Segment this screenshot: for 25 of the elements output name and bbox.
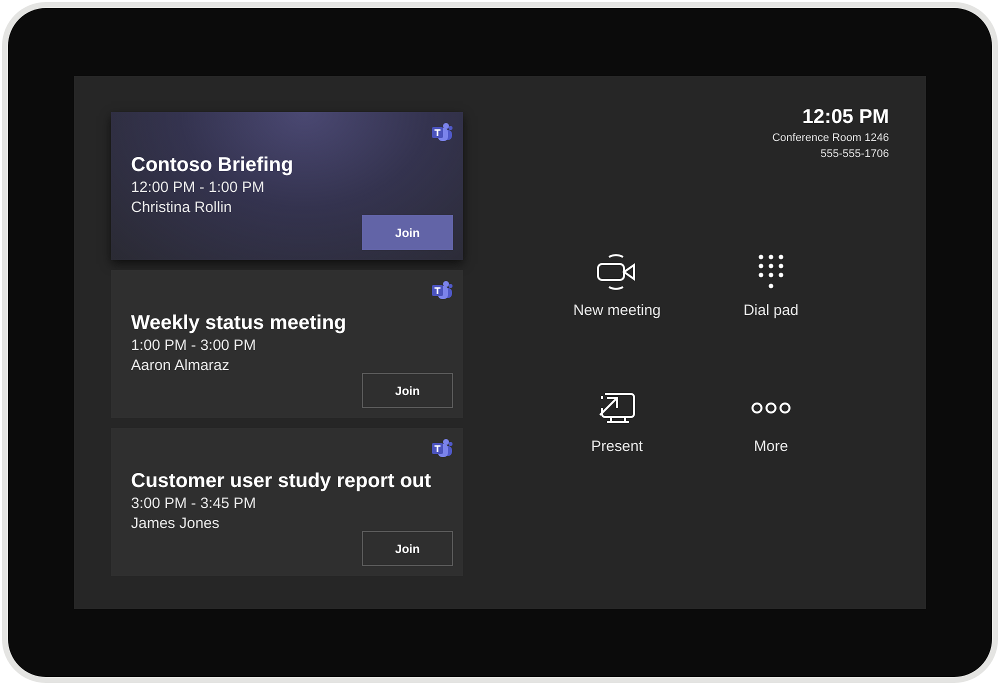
meeting-title: Customer user study report out [131,469,432,494]
team-chat-logo-icon [431,280,453,300]
meeting-time: 3:00 PM - 3:45 PM [131,494,258,514]
team-chat-logo-icon [431,438,453,458]
room-phone: 555-555-1706 [820,147,889,162]
join-button[interactable]: Join [362,373,453,408]
action-button[interactable]: Dial pad [694,250,848,322]
action-button[interactable]: Present [540,386,694,458]
meeting-card[interactable]: Weekly status meeting 1:00 PM - 3:00 PM Aaron Almaraz Join [111,270,463,418]
meeting-organizer: Christina Rollin [131,198,233,218]
meeting-card[interactable]: Contoso Briefing 12:00 PM - 1:00 PM Christina Rollin Join [111,112,463,260]
join-button[interactable]: Join [362,215,453,250]
team-chat-logo-icon [431,122,453,142]
action-button[interactable]: New meeting [540,250,694,322]
meeting-organizer: James Jones [131,514,220,534]
meeting-title: Contoso Briefing [131,153,294,178]
meeting-organizer: Aaron Almaraz [131,356,230,376]
clock-time: 12:05 PM [802,105,889,130]
room-name: Conference Room 1246 [772,131,889,146]
join-button[interactable]: Join [362,531,453,566]
meeting-title: Weekly status meeting [131,311,348,336]
meeting-time: 12:00 PM - 1:00 PM [131,178,266,198]
meeting-time: 1:00 PM - 3:00 PM [131,336,258,356]
meeting-card[interactable]: Customer user study report out 3:00 PM - 3:45 PM James Jones Join [111,428,463,576]
action-button[interactable]: More [694,386,848,458]
